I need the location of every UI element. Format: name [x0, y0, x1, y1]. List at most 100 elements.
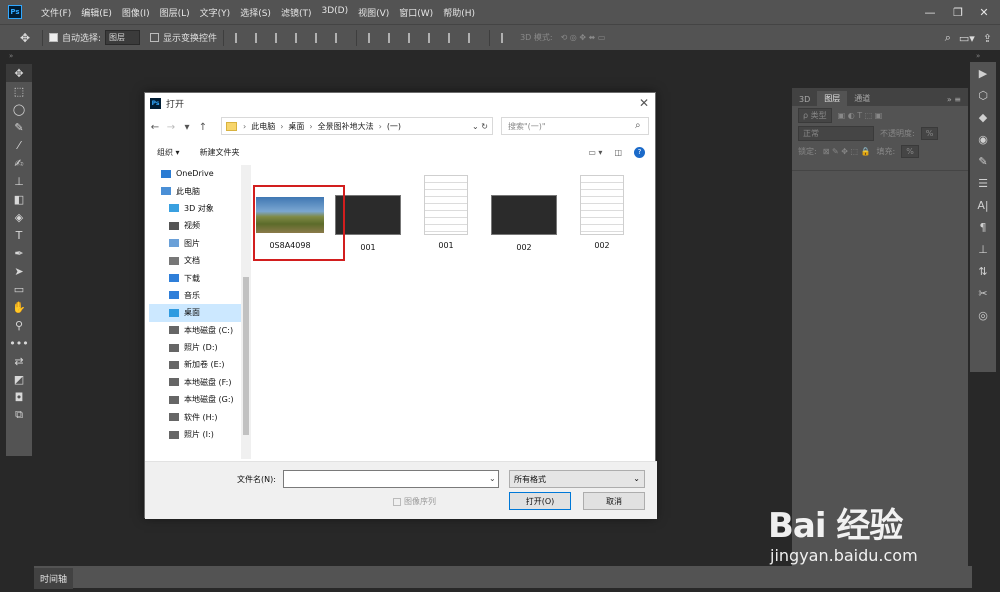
history-icon[interactable]: ▶ — [970, 62, 996, 84]
workspace-icon[interactable]: ▭▾ — [959, 32, 975, 45]
opacity-field[interactable]: % — [920, 126, 939, 140]
distribute-top-icon[interactable] — [368, 32, 378, 43]
show-transform-checkbox[interactable] — [150, 33, 160, 42]
toolbar-grip[interactable]: » — [9, 52, 13, 60]
nav-item[interactable]: 照片 (D:) — [149, 339, 245, 356]
distribute-bottom-icon[interactable] — [408, 32, 418, 43]
marquee-tool-icon[interactable]: ⬚ — [6, 82, 32, 100]
nav-item[interactable]: 本地磁盘 (G:) — [149, 391, 245, 408]
nav-item[interactable]: OneDrive — [149, 165, 245, 182]
search-input[interactable]: 搜索"(一)" — [501, 117, 649, 135]
image-sequence-option[interactable]: 图像序列 — [393, 496, 436, 507]
screen-mode-icon[interactable]: ⧉ — [6, 406, 32, 424]
file-item[interactable]: 002 — [567, 169, 637, 259]
close-icon[interactable]: ✕ — [970, 0, 998, 24]
rectangle-tool-icon[interactable]: ▭ — [6, 280, 32, 298]
menu-item[interactable]: 编辑(E) — [76, 6, 117, 19]
nav-item[interactable]: 此电脑 — [149, 182, 245, 199]
more-tools-icon[interactable]: ••• — [6, 334, 32, 352]
nav-item[interactable]: 新加卷 (E:) — [149, 356, 245, 373]
new-folder-button[interactable]: 新建文件夹 — [200, 147, 240, 158]
organize-button[interactable]: 组织 ▾ — [157, 147, 180, 158]
menu-item[interactable]: 滤镜(T) — [276, 6, 317, 19]
nav-item[interactable]: 本地磁盘 (C:) — [149, 322, 245, 339]
breadcrumb-folder[interactable]: 全景图补地大法 — [313, 121, 379, 132]
lasso-tool-icon[interactable]: ◯ — [6, 100, 32, 118]
tab-3d[interactable]: 3D — [792, 93, 817, 106]
nav-item[interactable]: 桌面 — [149, 304, 245, 322]
swap-colors-icon[interactable]: ⇄ — [6, 352, 32, 370]
nav-item[interactable]: 音乐 — [149, 287, 245, 304]
breadcrumb-this-pc[interactable]: 此电脑 — [246, 121, 280, 132]
share-icon[interactable]: ⇪ — [983, 32, 992, 45]
nav-item[interactable]: 视频 — [149, 217, 245, 234]
dialog-close-icon[interactable]: ✕ — [639, 96, 649, 110]
menu-item[interactable]: 图层(L) — [155, 6, 195, 19]
address-dropdown-icon[interactable]: ⌄ ↻ — [472, 122, 492, 131]
quick-select-tool-icon[interactable]: ✎ — [6, 118, 32, 136]
properties-icon[interactable]: ⇅ — [970, 260, 996, 282]
quick-mask-icon[interactable]: ◘ — [6, 388, 32, 406]
color-swatches-icon[interactable]: ◩ — [6, 370, 32, 388]
menu-item[interactable]: 图像(I) — [117, 6, 155, 19]
forward-icon[interactable]: → — [165, 122, 177, 133]
move-tool-icon[interactable]: ✥ — [6, 64, 32, 82]
back-icon[interactable]: ← — [149, 122, 161, 133]
layers-icon[interactable]: ◆ — [970, 106, 996, 128]
distribute-middle-icon[interactable] — [388, 32, 398, 43]
align-right-icon[interactable] — [275, 32, 285, 43]
align-center-icon[interactable] — [255, 32, 265, 43]
up-icon[interactable]: ↑ — [197, 122, 209, 133]
tab-timeline[interactable]: 时间轴 — [34, 568, 74, 589]
menu-item[interactable]: 选择(S) — [235, 6, 276, 19]
minimize-icon[interactable]: — — [916, 0, 944, 24]
format-select[interactable]: 所有格式 ⌄ — [509, 470, 645, 488]
character-icon[interactable]: A| — [970, 194, 996, 216]
menu-item[interactable]: 视图(V) — [353, 6, 394, 19]
menu-item[interactable]: 3D(D) — [316, 6, 353, 19]
eyedropper-tool-icon[interactable]: ⁄ — [6, 136, 32, 154]
type-tool-icon[interactable]: T — [6, 226, 32, 244]
path-select-tool-icon[interactable]: ➤ — [6, 262, 32, 280]
address-bar[interactable]: › 此电脑 › 桌面 › 全景图补地大法 › (一) ⌄ ↻ — [221, 117, 493, 135]
brush-tool-icon[interactable]: ✍ — [6, 154, 32, 172]
tab-layers[interactable]: 图层 — [817, 91, 848, 106]
fill-field[interactable]: % — [901, 144, 919, 158]
nav-item[interactable]: 下载 — [149, 269, 245, 286]
open-button[interactable]: 打开(O) — [509, 492, 571, 510]
stamp-tool-icon[interactable]: ⊥ — [6, 172, 32, 190]
kind-filter[interactable]: ρ 类型 — [798, 107, 832, 123]
align-left-icon[interactable] — [235, 32, 245, 43]
distribute-left-icon[interactable] — [428, 32, 438, 43]
auto-align-icon[interactable] — [501, 32, 511, 43]
panel-grip[interactable]: » — [976, 52, 980, 60]
menu-item[interactable]: 窗口(W) — [394, 6, 438, 19]
paint-bucket-tool-icon[interactable]: ◈ — [6, 208, 32, 226]
view-options-icon[interactable]: ▭ ▾ — [588, 148, 602, 157]
restore-icon[interactable]: ❐ — [944, 0, 972, 24]
photoshop-logo-icon[interactable]: Ps — [8, 5, 22, 19]
auto-select-checkbox[interactable] — [49, 33, 58, 42]
search-icon[interactable]: ⌕ — [945, 31, 951, 45]
brush-settings-icon[interactable]: ✎ — [970, 150, 996, 172]
align-middle-icon[interactable] — [315, 32, 325, 43]
nav-scrollbar[interactable] — [241, 165, 251, 459]
menu-item[interactable]: 文字(Y) — [195, 6, 236, 19]
libraries-icon[interactable]: ◎ — [970, 304, 996, 326]
nav-item[interactable]: 文档 — [149, 252, 245, 269]
cancel-button[interactable]: 取消 — [583, 492, 645, 510]
clone-source-icon[interactable]: ⊥ — [970, 238, 996, 260]
sequence-checkbox[interactable] — [393, 497, 401, 506]
3d-icon[interactable]: ⬡ — [970, 84, 996, 106]
nav-item[interactable]: 3D 对象 — [149, 200, 245, 217]
nav-scroll-thumb[interactable] — [243, 277, 249, 435]
panel-menu-icon[interactable]: » ≡ — [940, 93, 968, 106]
channels-icon[interactable]: ◉ — [970, 128, 996, 150]
file-item[interactable]: 001 — [411, 169, 481, 259]
filename-dropdown-icon[interactable]: ⌄ — [489, 474, 496, 483]
layer-select-dropdown[interactable]: 图层 — [105, 30, 141, 45]
help-icon[interactable]: ? — [634, 146, 645, 158]
distribute-right-icon[interactable] — [468, 32, 478, 43]
paragraph-icon[interactable]: ¶ — [970, 216, 996, 238]
zoom-tool-icon[interactable]: ⚲ — [6, 316, 32, 334]
